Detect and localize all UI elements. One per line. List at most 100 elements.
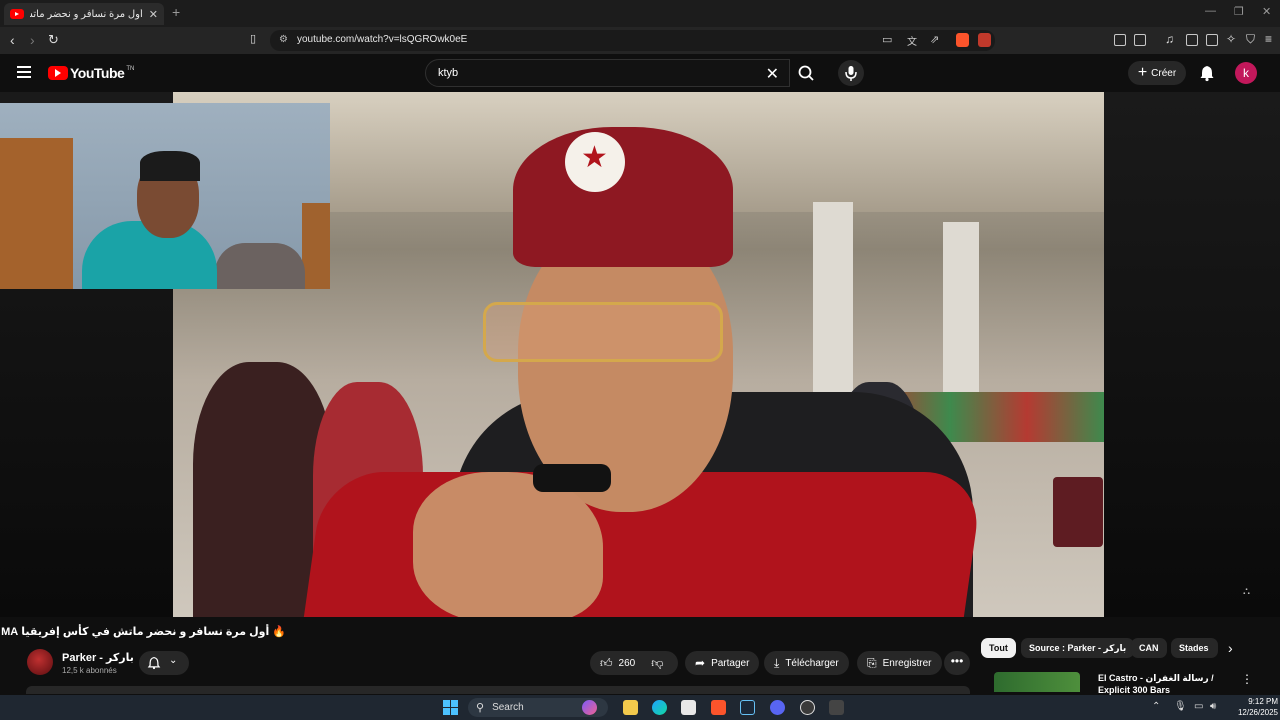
system-clock[interactable]: 9:12 PM 12/26/2025 [1228,696,1278,718]
share-page-icon[interactable]: ⇗ [930,33,939,46]
download-icon: ⤓ [774,655,780,670]
url-bar[interactable]: ⚙ youtube.com/watch?v=lsQGROwk0eE ▭ 文 ⇗ [270,30,995,51]
chip-source[interactable]: Source : Parker - باركر [1021,638,1135,658]
sidebar-icon[interactable] [1186,34,1198,46]
wardrobe [0,138,73,289]
recommended-thumbnail[interactable] [994,672,1080,692]
vpn-icon[interactable]: ⛉ [1246,32,1255,47]
file-explorer-icon[interactable] [623,700,638,715]
tray-chevron-icon[interactable]: ⌃ [1152,701,1160,712]
reload-icon[interactable]: ↻ [48,32,59,48]
window-close-button[interactable]: ✕ [1262,5,1271,18]
copilot-icon[interactable] [582,700,597,715]
station-pillar [813,202,853,402]
blanket-pile [215,243,305,289]
thumbs-up-icon[interactable]: 👍︎ [600,656,613,671]
search-icon: ⚲ [476,702,485,714]
share-arrow-icon: ➦ [695,656,706,670]
person-hand [413,472,603,617]
channel-watermark-icon[interactable]: ⛬ [1243,586,1250,597]
bookmark-icon[interactable]: ▯ [250,32,256,45]
subscriber-count: 12,5 k abonnés [62,666,117,675]
more-actions-button[interactable]: ••• [944,651,970,675]
forward-arrow-icon[interactable]: › [30,32,35,48]
steam-icon[interactable] [740,700,755,715]
wallet-icon[interactable] [1206,34,1218,46]
chip-can[interactable]: CAN [1131,638,1167,658]
media-icon[interactable]: ♫ [1165,32,1174,46]
microphone-icon [845,66,857,81]
url-text[interactable]: youtube.com/watch?v=lsQGROwk0eE [297,34,467,45]
leo-ai-icon[interactable]: ✧ [1226,32,1236,46]
menu-icon[interactable]: ≡ [1265,32,1272,46]
chip-all[interactable]: Tout [981,638,1016,658]
recommended-title[interactable]: El Castro - رسالة الغفران / Explicit 300… [1098,672,1228,696]
plus-icon: + [1137,64,1148,81]
restore-button[interactable]: ❐ [1234,5,1244,18]
brave-shield-icon[interactable] [956,33,969,47]
address-row: ‹ › ↻ ▯ ⚙ youtube.com/watch?v=lsQGROwk0e… [0,27,1280,54]
brave-rewards-icon[interactable] [978,33,991,47]
share-button[interactable]: ➦ Partager [685,651,760,675]
chip-stades[interactable]: Stades [1171,638,1218,658]
video-title: 🔥 أول مرة نسافر و نحضر ماتش في كأس إفريق… [0,626,286,638]
more-vertical-icon[interactable]: ⋮ [1241,672,1253,686]
volume-icon[interactable]: 🔊︎ [1210,701,1216,712]
youtube-favicon-icon [10,9,24,19]
edge-icon[interactable] [652,700,667,715]
translate-icon[interactable]: 文 [907,33,917,48]
site-info-icon[interactable]: ⚙ [279,34,288,45]
minimize-button[interactable]: — [1205,5,1216,17]
chevron-down-icon: ⌄ [169,655,178,666]
suitcase [1053,477,1103,547]
search-input[interactable]: ktyb ✕ [425,59,790,87]
hamburger-menu-icon[interactable] [17,66,31,81]
like-count[interactable]: 260 [619,658,636,669]
extensions-icon[interactable] [1114,34,1126,46]
tab-close-icon[interactable]: ✕ [149,8,158,21]
create-button[interactable]: + Créer [1128,61,1186,85]
capture-app-icon[interactable] [829,700,844,715]
tab-search-icon[interactable] [1134,34,1146,46]
tray-mic-icon[interactable]: 🎙︎ [1174,701,1187,712]
search-button[interactable] [790,59,824,87]
clear-search-icon[interactable]: ✕ [766,64,779,84]
youtube-logo[interactable]: YouTube TN [48,65,134,81]
download-button[interactable]: ⤓ Télécharger [764,651,849,675]
notifications-button[interactable] [1198,64,1216,87]
save-button[interactable]: ⎘ Enregistrer [857,651,942,675]
cast-icon[interactable]: ▭ [882,33,892,46]
network-icon[interactable]: ▭ [1194,701,1203,712]
youtube-play-icon [48,66,68,80]
windows-start-icon[interactable] [443,700,458,715]
bookmark-save-icon: ⎘ [867,655,877,670]
bell-icon [147,656,161,670]
channel-name[interactable]: Parker - باركر [62,651,134,664]
new-tab-button[interactable]: + [172,4,180,20]
obs-icon[interactable] [800,700,815,715]
webcam-overlay [0,103,330,289]
back-arrow-icon[interactable]: ‹ [10,32,15,48]
tab-title: أول مرة نسافر و نحضر ماتش في كأس إفريقيا [30,8,143,20]
brave-browser-icon[interactable] [711,700,726,715]
cabinet [302,203,330,289]
chevron-right-icon[interactable]: › [1228,640,1233,656]
search-query[interactable]: ktyb [438,67,458,79]
station-pillar [943,222,979,402]
browser-tab-active[interactable]: أول مرة نسافر و نحضر ماتش في كأس إفريقيا… [4,3,164,25]
discord-icon[interactable] [770,700,785,715]
channel-avatar[interactable] [27,649,53,675]
account-avatar[interactable]: k [1235,62,1257,84]
voice-search-button[interactable] [838,60,864,86]
store-icon[interactable] [681,700,696,715]
fez-hat [513,127,733,267]
bell-icon [1200,66,1214,82]
thumbs-down-icon[interactable]: 👎︎ [651,656,663,671]
sunglasses [483,302,723,362]
description-box[interactable] [26,686,970,694]
windows-taskbar: ⚲ Search ⌃ 🎙︎ ▭ 🔊︎ 9:12 PM 12/26/2025 [0,695,1280,720]
tunisia-flag-emblem-icon [565,132,625,192]
subscribed-button[interactable]: ⌄ [139,651,189,675]
browser-tab-strip: أول مرة نسافر و نحضر ماتش في كأس إفريقيا… [0,0,1280,27]
youtube-header: YouTube TN ktyb ✕ + Créer k [0,54,1280,92]
